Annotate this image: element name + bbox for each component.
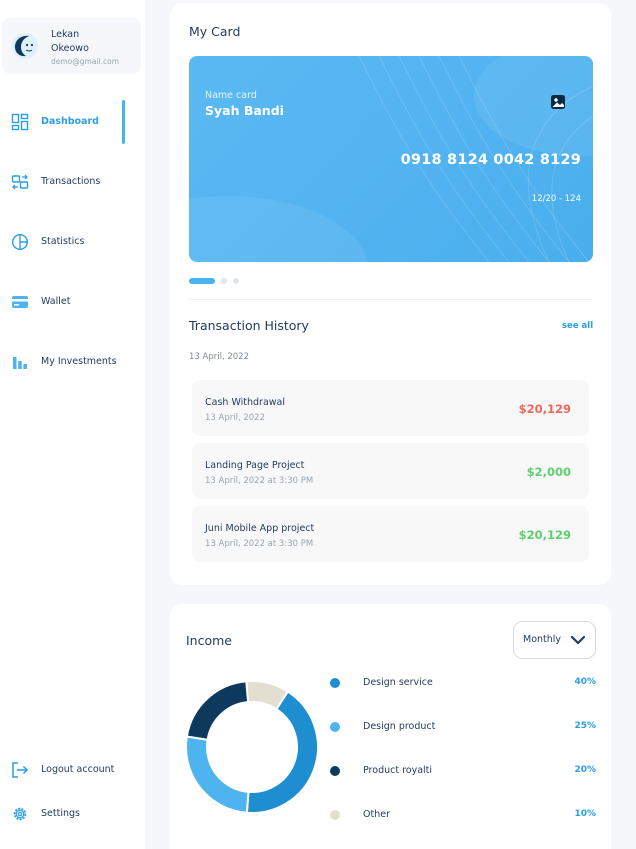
legend-label: Design service <box>363 677 433 688</box>
legend-swatch <box>330 678 340 688</box>
legend-label: Product royalti <box>363 765 433 776</box>
profile-name: Lekan Okeowo <box>51 28 131 56</box>
chevron-down-icon <box>570 635 586 645</box>
donut-slice-design-product[interactable] <box>185 735 250 814</box>
transaction-date: 13 April, 2022 <box>205 413 265 423</box>
legend-swatch <box>330 722 340 732</box>
sidebar-item-label: Transactions <box>41 176 101 187</box>
my-card-title: My Card <box>189 24 241 39</box>
income-title: Income <box>186 633 232 648</box>
investments-icon <box>13 357 27 369</box>
active-indicator <box>122 100 125 144</box>
image-icon[interactable] <box>550 94 566 110</box>
card-expiry: 12/20 - 124 <box>531 194 581 204</box>
sidebar-item-label: My Investments <box>41 356 117 367</box>
history-date-header: 13 April, 2022 <box>189 352 249 362</box>
sidebar-item-wallet[interactable]: Wallet <box>0 280 145 324</box>
donut-slice-design-service[interactable] <box>245 690 319 814</box>
transaction-date: 13 April, 2022 at 3:30 PM <box>205 539 314 549</box>
legend-label: Design product <box>363 721 436 732</box>
profile-last-name: Okeowo <box>51 43 89 54</box>
sidebar-item-dashboard[interactable]: Dashboard <box>0 100 145 144</box>
legend-item: Product royalti 20% <box>328 763 596 779</box>
dashboard-icon <box>11 113 29 131</box>
statistics-icon <box>11 233 29 251</box>
profile-card[interactable]: Lekan Okeowo demo@gmail.com <box>2 18 141 74</box>
sidebar-item-transactions[interactable]: Transactions <box>0 160 145 204</box>
logout-label: Logout account <box>41 764 115 775</box>
transaction-item[interactable]: Landing Page Project 13 April, 2022 at 3… <box>192 443 589 499</box>
transaction-name: Juni Mobile App project <box>205 523 315 534</box>
period-select-value: Monthly <box>523 634 562 645</box>
avatar <box>12 33 38 59</box>
legend-swatch <box>330 810 340 820</box>
transaction-item[interactable]: Juni Mobile App project 13 April, 2022 a… <box>192 506 589 562</box>
settings-icon <box>13 807 27 821</box>
wallet-icon <box>12 296 28 308</box>
card-holder-name: Syah Bandi <box>205 103 284 118</box>
period-select[interactable]: Monthly <box>513 621 596 659</box>
settings-button[interactable]: Settings <box>0 792 145 836</box>
profile-email: demo@gmail.com <box>51 57 120 66</box>
legend-label: Other <box>363 809 390 820</box>
sidebar-item-investments[interactable]: My Investments <box>0 340 145 384</box>
legend-value: 20% <box>574 765 596 775</box>
sidebar-item-label: Dashboard <box>41 116 99 127</box>
see-all-link[interactable]: see all <box>562 321 593 331</box>
transaction-name: Landing Page Project <box>205 460 305 471</box>
legend-item: Design product 25% <box>328 719 596 735</box>
logout-button[interactable]: Logout account <box>0 748 145 792</box>
transaction-date: 13 April, 2022 at 3:30 PM <box>205 476 314 486</box>
divider <box>189 299 593 300</box>
sidebar-item-label: Statistics <box>41 236 85 247</box>
settings-label: Settings <box>41 808 80 819</box>
my-card-panel: My Card Name card Syah Bandi 0918 8124 0… <box>170 3 611 585</box>
sidebar-item-statistics[interactable]: Statistics <box>0 220 145 264</box>
transaction-amount: $2,000 <box>526 465 571 479</box>
legend-value: 40% <box>574 677 596 687</box>
card-number: 0918 8124 0042 8129 <box>400 152 581 168</box>
donut-slice-product-royalti[interactable] <box>185 680 250 741</box>
sidebar: Lekan Okeowo demo@gmail.com Dashboard Tr… <box>0 0 145 849</box>
transaction-history-title: Transaction History <box>189 318 309 333</box>
logout-icon <box>12 762 29 778</box>
legend-value: 25% <box>574 721 596 731</box>
profile-first-name: Lekan <box>51 29 80 40</box>
carousel-dot[interactable] <box>221 278 227 284</box>
legend-value: 10% <box>574 809 596 819</box>
credit-card[interactable]: Name card Syah Bandi 0918 8124 0042 8129… <box>189 56 593 262</box>
legend-item: Other 10% <box>328 807 596 823</box>
carousel-dot[interactable] <box>233 278 239 284</box>
income-donut-chart <box>185 680 319 814</box>
transactions-icon <box>11 174 29 190</box>
carousel-dot-active[interactable] <box>189 278 215 284</box>
card-name-label: Name card <box>205 90 257 101</box>
transaction-amount: $20,129 <box>518 528 571 542</box>
sidebar-item-label: Wallet <box>41 296 71 307</box>
transaction-amount: $20,129 <box>518 402 571 416</box>
legend-swatch <box>330 766 340 776</box>
transaction-item[interactable]: Cash Withdrawal 13 April, 2022 $20,129 <box>192 380 589 436</box>
income-panel: Income Monthly Design service 40% Design p… <box>170 604 611 849</box>
legend-item: Design service 40% <box>328 675 596 691</box>
transaction-name: Cash Withdrawal <box>205 397 286 408</box>
